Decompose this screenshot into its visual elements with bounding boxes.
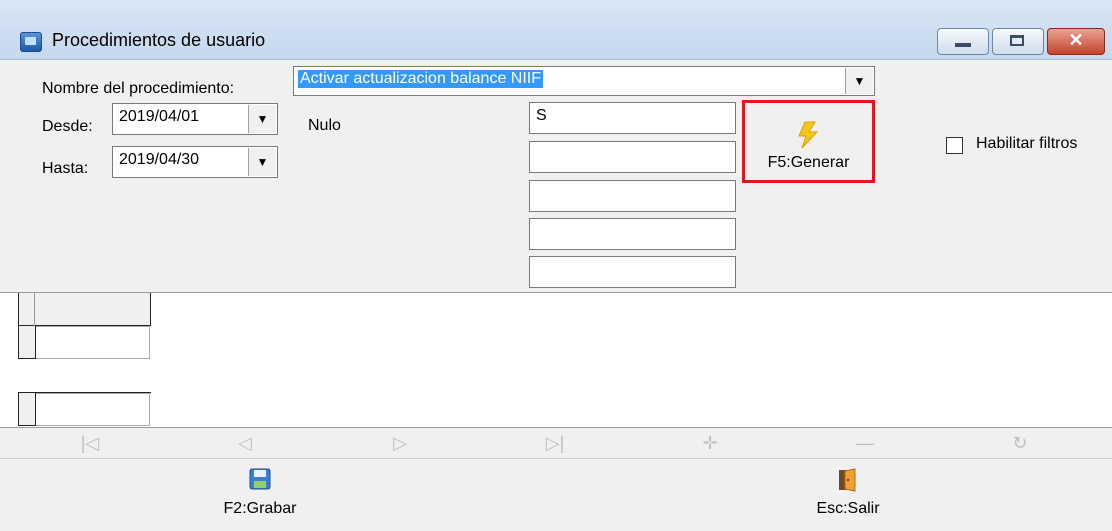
enable-filters-label[interactable]: Habilitar filtros: [976, 135, 1077, 153]
close-button[interactable]: ✕: [1047, 28, 1105, 55]
first-icon[interactable]: |◁: [70, 430, 110, 456]
desde-label: Desde:: [42, 118, 93, 135]
exit-button-label: Esc:Salir: [816, 500, 880, 517]
param-input-3[interactable]: [529, 180, 736, 212]
insert-icon[interactable]: ✛: [690, 430, 730, 456]
exit-button[interactable]: Esc:Salir: [778, 462, 918, 524]
door-exit-icon: [839, 468, 856, 492]
hasta-label: Hasta:: [42, 160, 89, 177]
desde-date-picker[interactable]: 2019/04/01 ▼: [112, 103, 278, 135]
grid-header: [18, 293, 151, 326]
lightning-icon: [798, 121, 819, 149]
grid-header-divider: [34, 293, 35, 326]
save-button[interactable]: F2:Grabar: [190, 462, 330, 524]
enable-filters-checkbox[interactable]: [946, 137, 963, 154]
chevron-down-icon[interactable]: ▼: [845, 68, 873, 94]
param-value: S: [536, 107, 547, 124]
procedure-selected-value: Activar actualizacion balance NIIF: [298, 70, 543, 88]
app-icon: [20, 32, 42, 52]
hasta-value: 2019/04/30: [119, 151, 200, 168]
minimize-button[interactable]: [937, 28, 989, 55]
close-icon: ✕: [1068, 30, 1084, 50]
next-icon[interactable]: ▷: [380, 430, 420, 456]
procedure-select[interactable]: Activar actualizacion balance NIIF ▼: [293, 66, 875, 96]
param-input-1[interactable]: S: [529, 102, 736, 134]
record-navigator: |◁ ◁ ▷ ▷| ✛ — ↻: [0, 428, 1112, 458]
maximize-button[interactable]: [992, 28, 1044, 55]
minimize-icon: [955, 43, 971, 47]
row-indicator[interactable]: [18, 326, 36, 359]
maximize-icon: [1010, 35, 1024, 46]
param-input-4[interactable]: [529, 218, 736, 250]
refresh-icon[interactable]: ↻: [1000, 430, 1040, 456]
chevron-down-icon[interactable]: ▼: [248, 148, 276, 176]
nulo-label: Nulo: [308, 117, 341, 134]
chevron-down-icon[interactable]: ▼: [248, 105, 276, 133]
table-row[interactable]: [36, 326, 150, 359]
row-indicator[interactable]: [18, 393, 36, 426]
param-input-5[interactable]: [529, 256, 736, 288]
save-button-label: F2:Grabar: [223, 500, 297, 517]
generate-button-label: F5:Generar: [767, 154, 850, 171]
hasta-date-picker[interactable]: 2019/04/30 ▼: [112, 146, 278, 178]
last-icon[interactable]: ▷|: [535, 430, 575, 456]
window-title: Procedimientos de usuario: [52, 30, 266, 50]
desde-value: 2019/04/01: [119, 108, 200, 125]
param-input-2[interactable]: [529, 141, 736, 173]
data-grid[interactable]: [0, 292, 1112, 428]
generate-button[interactable]: F5:Generar: [742, 100, 875, 183]
floppy-disk-icon: [249, 468, 271, 490]
procedure-name-label: Nombre del procedimiento:: [42, 80, 235, 97]
delete-icon[interactable]: —: [845, 430, 885, 456]
footer-divider: [0, 458, 1112, 459]
prior-icon[interactable]: ◁: [225, 430, 265, 456]
table-row[interactable]: [36, 393, 150, 426]
